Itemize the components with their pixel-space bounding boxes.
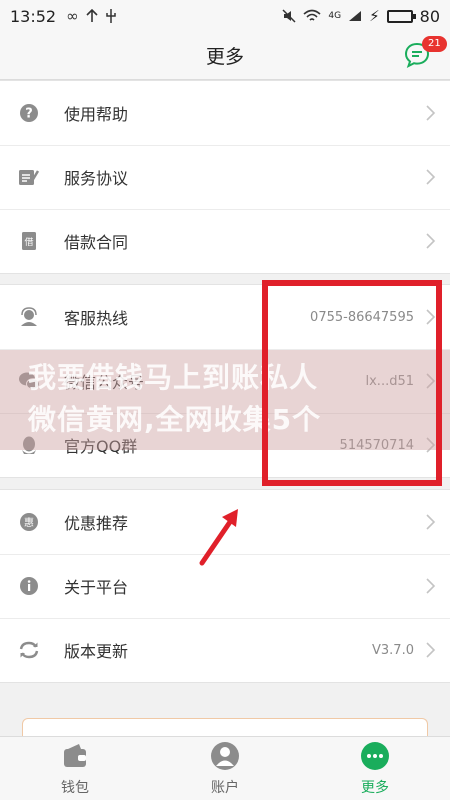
agreement-icon	[18, 166, 40, 188]
menu-item-version-update[interactable]: 版本更新 V3.7.0	[0, 618, 450, 682]
status-notification-icons: ∞	[66, 7, 117, 25]
menu-item-label: 借款合同	[64, 233, 129, 252]
tab-label: 账户	[211, 779, 239, 796]
message-button[interactable]: 21	[404, 36, 447, 68]
tab-account[interactable]: 账户	[150, 737, 300, 800]
chevron-right-icon	[426, 233, 436, 249]
tab-wallet[interactable]: 钱包	[0, 737, 150, 800]
chevron-right-icon	[426, 578, 436, 594]
chevron-right-icon	[426, 105, 436, 121]
chevron-right-icon	[426, 514, 436, 530]
account-icon	[210, 741, 240, 771]
status-right: 4G ⚡ 80	[282, 7, 440, 26]
wifi-icon	[303, 9, 321, 21]
battery-icon	[386, 9, 416, 23]
svg-text:?: ?	[25, 107, 33, 122]
network-type: 4G	[328, 11, 342, 21]
highlight-box	[262, 280, 442, 486]
menu-item-contract[interactable]: 借 借款合同	[0, 209, 450, 273]
menu-item-help[interactable]: ? 使用帮助	[0, 81, 450, 145]
menu-item-label: 关于平台	[64, 578, 129, 597]
menu-item-label: 版本更新	[64, 642, 129, 661]
annotation-arrow-icon	[199, 509, 238, 566]
help-icon: ?	[18, 102, 40, 124]
tab-label: 更多	[361, 779, 389, 796]
menu-group-1: ? 使用帮助 服务协议 借 借款合同	[0, 80, 450, 274]
page-title: 更多	[205, 46, 244, 68]
svg-text:借: 借	[24, 236, 33, 248]
info-icon	[18, 575, 40, 597]
refresh-icon	[18, 639, 40, 661]
usb-icon	[105, 9, 116, 23]
message-badge: 21	[422, 36, 447, 52]
share-icon	[86, 9, 98, 22]
contract-icon: 借	[18, 230, 40, 252]
tab-more[interactable]: 更多	[300, 737, 450, 800]
infinity-icon: ∞	[66, 7, 79, 25]
more-icon	[360, 741, 390, 771]
menu-item-agreement[interactable]: 服务协议	[0, 145, 450, 209]
customer-service-icon	[18, 306, 40, 328]
tab-bar: 钱包 账户 更多	[0, 736, 450, 800]
signal-icon	[349, 11, 362, 21]
wallet-icon	[60, 741, 90, 771]
chevron-right-icon	[426, 642, 436, 658]
chevron-right-icon	[426, 169, 436, 185]
mute-icon	[282, 9, 296, 23]
menu-item-label: 使用帮助	[64, 105, 129, 124]
svg-text:惠: 惠	[24, 516, 34, 529]
tab-label: 钱包	[61, 779, 89, 796]
discount-icon: 惠	[18, 511, 40, 533]
version-value: V3.7.0	[372, 642, 414, 658]
menu-item-label: 服务协议	[64, 169, 129, 188]
charging-icon: ⚡	[369, 7, 380, 25]
nav-bar: 更多 21	[0, 32, 450, 80]
status-bar: 13:52 ∞ 4G ⚡ 80	[0, 0, 450, 32]
status-time: 13:52	[10, 6, 57, 26]
battery-level: 80	[419, 6, 440, 26]
